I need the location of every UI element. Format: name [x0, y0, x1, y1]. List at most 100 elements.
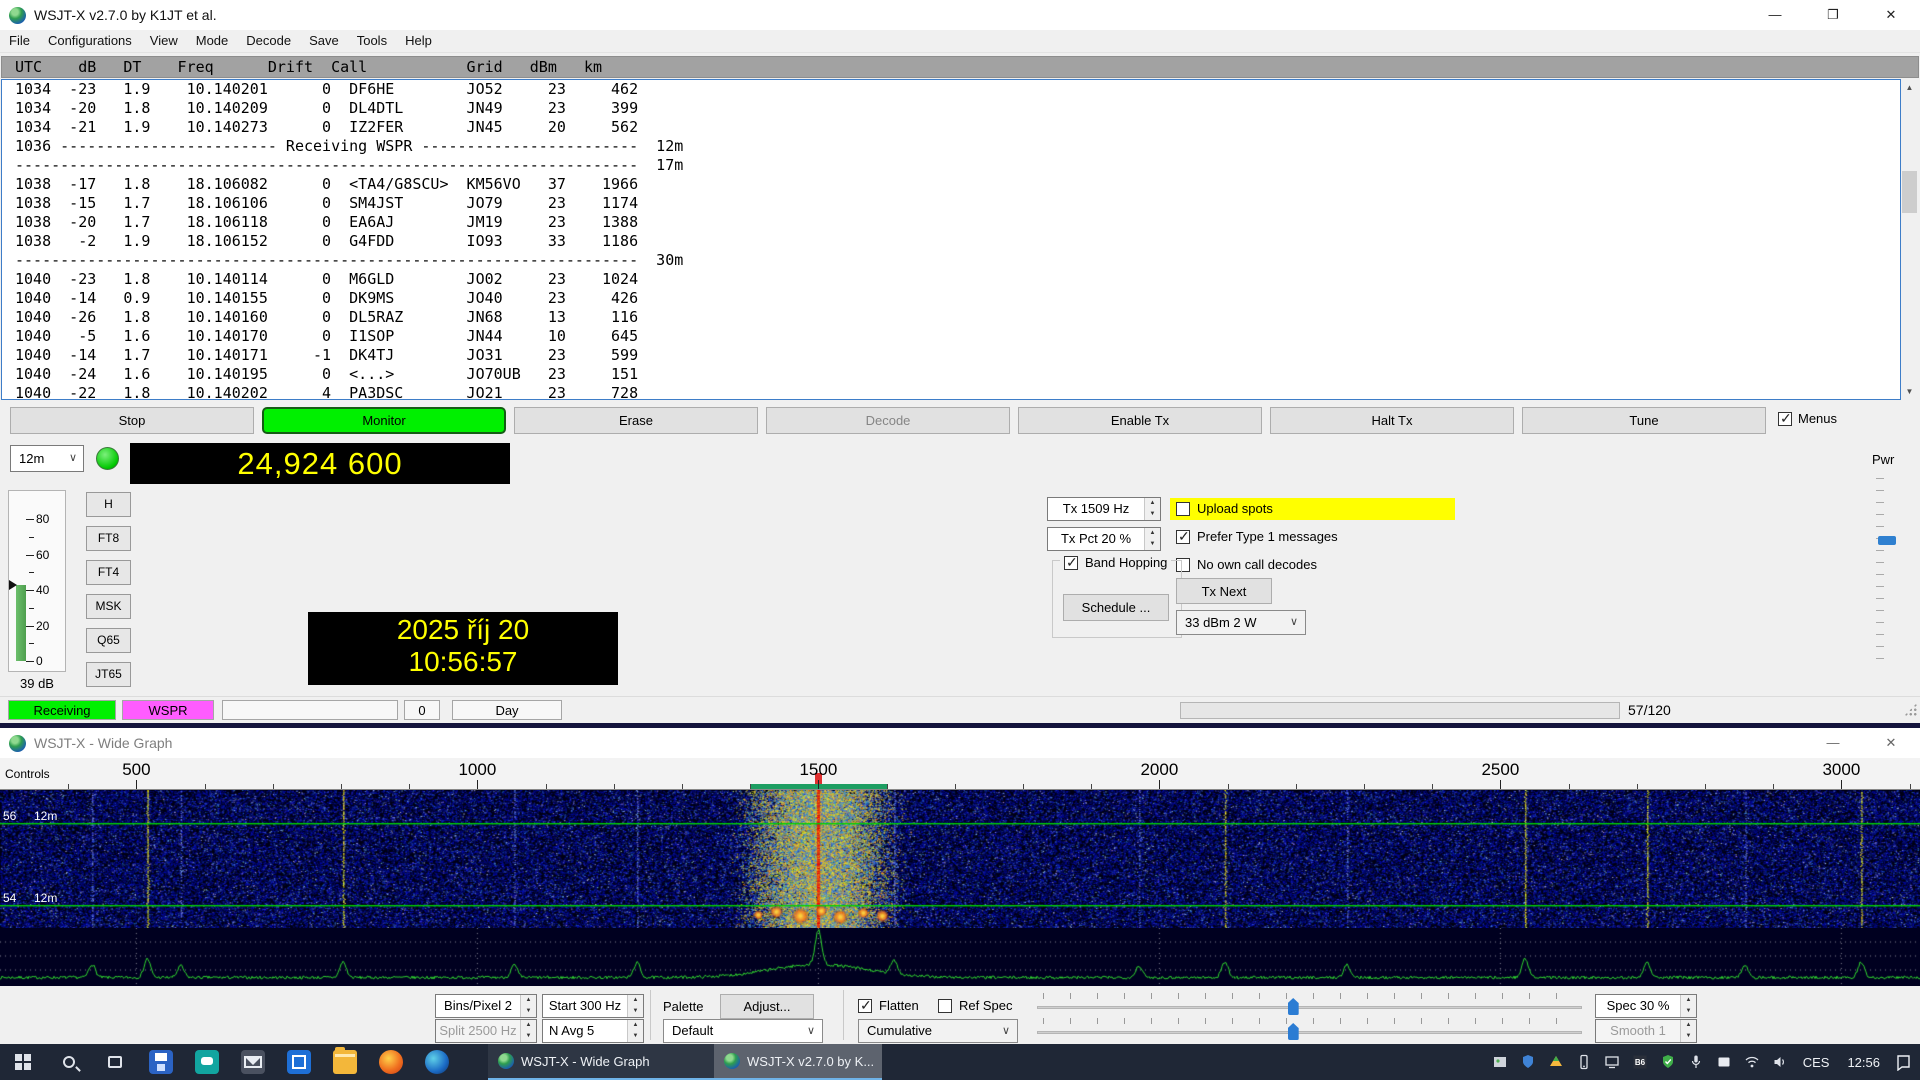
resize-grip[interactable]: [1904, 703, 1917, 716]
menu-item-file[interactable]: File: [0, 30, 39, 52]
notification-center-icon[interactable]: [1892, 1051, 1914, 1073]
taskbar-app-app-window[interactable]: [276, 1044, 322, 1080]
menus-checkbox-box[interactable]: [1778, 412, 1792, 426]
tx-next-button[interactable]: Tx Next: [1176, 578, 1272, 604]
upload-spots-checkbox[interactable]: Upload spots: [1176, 501, 1273, 516]
scroll-down-icon[interactable]: ▼: [1901, 383, 1918, 400]
spinner-arrows-icon[interactable]: ▲▼: [1144, 498, 1160, 520]
mode-button-q65[interactable]: Q65: [86, 628, 131, 653]
taskbar-app-mail[interactable]: [230, 1044, 276, 1080]
mode-button-ft8[interactable]: FT8: [86, 526, 131, 551]
stop-button[interactable]: Stop: [10, 407, 254, 434]
menu-item-help[interactable]: Help: [396, 30, 441, 52]
tray-volume-icon[interactable]: [1769, 1051, 1791, 1073]
pwr-slider[interactable]: [1876, 478, 1898, 666]
taskbar-app-chat[interactable]: [184, 1044, 230, 1080]
tray-shield-icon[interactable]: [1517, 1051, 1539, 1073]
controls-label[interactable]: Controls: [5, 767, 50, 781]
power-select[interactable]: 33 dBm 2 W ∨: [1176, 610, 1306, 635]
language-indicator[interactable]: CES: [1797, 1055, 1836, 1070]
palette-select[interactable]: Default ∨: [663, 1019, 823, 1043]
spectrum-gain-slider[interactable]: [1037, 1017, 1582, 1041]
menu-item-configurations[interactable]: Configurations: [39, 30, 141, 52]
system-tray: B6 CES 12:56: [1489, 1044, 1920, 1080]
tray-phone-icon[interactable]: [1573, 1051, 1595, 1073]
decode-table[interactable]: 1034 -23 1.9 10.140201 0 DF6HE JO52 23 4…: [1, 79, 1901, 400]
monitor-button[interactable]: Monitor: [262, 407, 506, 434]
tray-bb-icon[interactable]: B6: [1629, 1051, 1651, 1073]
main-titlebar[interactable]: WSJT-X v2.7.0 by K1JT et al. — ❐ ✕: [0, 0, 1920, 30]
menu-item-view[interactable]: View: [141, 30, 187, 52]
bins-pixel-spinner[interactable]: Bins/Pixel 2 ▲▼: [435, 994, 537, 1018]
band-selector[interactable]: 12m ∨: [10, 445, 84, 472]
mode-button-msk[interactable]: MSK: [86, 594, 131, 619]
ref-spec-checkbox[interactable]: Ref Spec: [938, 998, 1012, 1013]
close-button[interactable]: ✕: [1862, 0, 1920, 30]
task-view-button[interactable]: [92, 1044, 138, 1080]
tray-monitor-icon[interactable]: [1601, 1051, 1623, 1073]
menu-item-decode[interactable]: Decode: [237, 30, 300, 52]
spinner-arrows-icon[interactable]: ▲▼: [520, 995, 536, 1017]
enable-tx-button[interactable]: Enable Tx: [1018, 407, 1262, 434]
band-hopping-checkbox[interactable]: Band Hopping: [1060, 555, 1171, 570]
taskbar-app-edge[interactable]: [414, 1044, 460, 1080]
menu-item-tools[interactable]: Tools: [348, 30, 396, 52]
freq-tick-label: 1500: [788, 760, 848, 780]
scrollbar-thumb[interactable]: [1902, 171, 1917, 213]
taskbar-task-button-2[interactable]: WSJT-X v2.7.0 by K...: [714, 1044, 882, 1080]
menus-checkbox[interactable]: Menus: [1778, 411, 1837, 426]
tray-gdrive-icon[interactable]: [1545, 1051, 1567, 1073]
taskbar-app-save[interactable]: [138, 1044, 184, 1080]
taskbar-task-button-1[interactable]: WSJT-X - Wide Graph: [488, 1044, 714, 1080]
start-button[interactable]: [0, 1044, 46, 1080]
taskbar-search-button[interactable]: [46, 1044, 92, 1080]
tune-button[interactable]: Tune: [1522, 407, 1766, 434]
slider-handle[interactable]: [1288, 998, 1299, 1015]
minimize-button[interactable]: —: [1804, 728, 1862, 758]
close-button[interactable]: ✕: [1862, 728, 1920, 758]
tray-network-icon[interactable]: [1741, 1051, 1763, 1073]
mode-button-jt65[interactable]: JT65: [86, 662, 131, 687]
menu-item-save[interactable]: Save: [300, 30, 348, 52]
tx-freq-spinner[interactable]: Tx 1509 Hz ▲▼: [1047, 497, 1161, 521]
wsjtx-globe-icon: [9, 7, 26, 24]
maximize-button[interactable]: ❐: [1804, 0, 1862, 30]
schedule-button[interactable]: Schedule ...: [1063, 594, 1169, 621]
no-own-call-checkbox[interactable]: No own call decodes: [1176, 557, 1317, 572]
spinner-arrows-icon[interactable]: ▲▼: [627, 995, 643, 1017]
decode-scrollbar[interactable]: ▲ ▼: [1901, 79, 1918, 400]
wide-graph-titlebar[interactable]: WSJT-X - Wide Graph — ✕: [0, 728, 1920, 758]
taskbar-clock[interactable]: 12:56: [1841, 1055, 1886, 1070]
spec-pct-spinner[interactable]: Spec 30 % ▲▼: [1595, 994, 1697, 1018]
minimize-button[interactable]: —: [1746, 0, 1804, 30]
prefer-type1-checkbox[interactable]: Prefer Type 1 messages: [1176, 529, 1338, 544]
waterfall-gain-slider[interactable]: [1037, 992, 1582, 1016]
tray-mic-icon[interactable]: [1685, 1051, 1707, 1073]
pwr-slider-handle[interactable]: [1878, 536, 1896, 545]
tray-photos-icon[interactable]: [1489, 1051, 1511, 1073]
spectrum-plot[interactable]: [0, 928, 1920, 986]
decode-button[interactable]: Decode: [766, 407, 1010, 434]
flatten-checkbox[interactable]: Flatten: [858, 998, 919, 1013]
waterfall[interactable]: 5612m5412m: [0, 790, 1920, 928]
scroll-up-icon[interactable]: ▲: [1901, 79, 1918, 96]
spinner-arrows-icon[interactable]: ▲▼: [627, 1020, 643, 1042]
rx-progress-bar: [1180, 702, 1620, 719]
spinner-arrows-icon[interactable]: ▲▼: [1680, 995, 1696, 1017]
tx-pct-spinner[interactable]: Tx Pct 20 % ▲▼: [1047, 527, 1161, 551]
tray-defender-icon[interactable]: [1657, 1051, 1679, 1073]
start-hz-spinner[interactable]: Start 300 Hz ▲▼: [542, 994, 644, 1018]
halt-tx-button[interactable]: Halt Tx: [1270, 407, 1514, 434]
taskbar-app-firefox[interactable]: [368, 1044, 414, 1080]
menu-item-mode[interactable]: Mode: [187, 30, 238, 52]
mode-button-h[interactable]: H: [86, 492, 131, 517]
adjust-button[interactable]: Adjust...: [720, 994, 814, 1019]
spinner-arrows-icon[interactable]: ▲▼: [1144, 528, 1160, 550]
erase-button[interactable]: Erase: [514, 407, 758, 434]
slider-handle[interactable]: [1288, 1023, 1299, 1040]
mode-button-ft4[interactable]: FT4: [86, 560, 131, 585]
n-avg-spinner[interactable]: N Avg 5 ▲▼: [542, 1019, 644, 1043]
taskbar-app-folder[interactable]: [322, 1044, 368, 1080]
display-mode-select[interactable]: Cumulative ∨: [858, 1019, 1018, 1043]
tray-display-icon[interactable]: [1713, 1051, 1735, 1073]
